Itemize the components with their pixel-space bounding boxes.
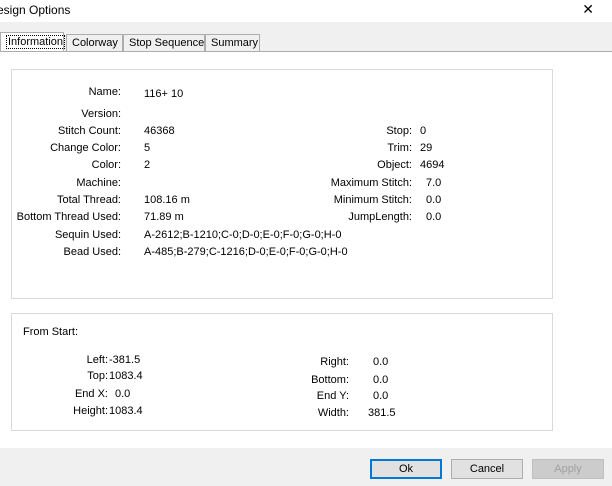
bead-label: Bead Used: [63,246,121,258]
object-label: Object: [377,159,412,171]
apply-button[interactable]: Apply [532,459,604,479]
bottom-value: 0.0 [373,374,389,386]
machine-label: Machine: [76,177,121,189]
ok-button[interactable]: Ok [370,459,442,479]
name-value: 116+ 10 [144,88,184,100]
name-label: Name: [88,86,121,98]
end-x-label: End X: [74,388,108,400]
sequin-label: Sequin Used: [54,229,121,241]
stop-value: 0 [420,125,427,137]
stop-label: Stop: [386,125,412,137]
jump-length-value: 0.0 [426,211,442,223]
end-y-label: End Y: [316,390,349,402]
right-label: Right: [320,356,349,368]
from-start-group: From Start: Left: -381.5 Top: 1083.4 End… [11,313,553,431]
width-value: 381.5 [368,407,396,419]
bottom-thread-value: 71.89 m [144,211,184,223]
button-bar: Ok Cancel Apply [0,448,612,486]
version-label: Version: [81,108,121,120]
title-bar: esign Options ✕ [0,0,612,22]
tab-panel: Name: 116+ 10 Version: Stitch Count: 463… [0,51,612,448]
window-title: esign Options [0,3,71,17]
tab-stop-sequence-label: Stop Sequence [129,37,205,49]
height-label: Height: [73,405,108,417]
tab-information[interactable]: Information [0,32,66,52]
tab-stop-sequence[interactable]: Stop Sequence [123,34,205,51]
top-label: Top: [87,370,108,382]
from-start-header: From Start: [23,326,79,338]
max-stitch-label: Maximum Stitch: [330,177,412,189]
tab-information-label: Information [6,35,66,49]
tab-colorway-label: Colorway [72,37,118,49]
information-group: Name: 116+ 10 Version: Stitch Count: 463… [11,69,553,299]
min-stitch-label: Minimum Stitch: [333,194,412,206]
left-label: Left: [86,354,108,366]
bottom-thread-label: Bottom Thread Used: [16,211,121,223]
color-value: 2 [144,159,151,171]
object-value: 4694 [420,159,445,171]
color-label: Color: [91,159,121,171]
end-x-value: 0.0 [115,388,131,400]
right-value: 0.0 [373,356,389,368]
change-color-value: 5 [144,142,151,154]
end-y-value: 0.0 [373,390,389,402]
cancel-button[interactable]: Cancel [451,459,523,479]
bead-value: A-485;B-279;C-1216;D-0;E-0;F-0;G-0;H-0 [144,246,348,258]
max-stitch-value: 7.0 [426,177,442,189]
left-value: -381.5 [109,354,141,366]
tab-summary-label: Summary [211,37,259,49]
trim-value: 29 [420,142,433,154]
tab-colorway[interactable]: Colorway [66,34,123,51]
top-value: 1083.4 [109,370,143,382]
height-value: 1083.4 [109,405,143,417]
change-color-label: Change Color: [50,142,121,154]
trim-label: Trim: [387,142,412,154]
width-label: Width: [317,407,349,419]
stitch-count-label: Stitch Count: [58,125,121,137]
stitch-count-value: 46368 [144,125,175,137]
sequin-value: A-2612;B-1210;C-0;D-0;E-0;F-0;G-0;H-0 [144,229,342,241]
tab-strip: Information Colorway Stop Sequence Summa… [0,32,612,52]
close-icon[interactable]: ✕ [582,1,594,18]
min-stitch-value: 0.0 [426,194,442,206]
bottom-label: Bottom: [311,374,349,386]
tab-summary[interactable]: Summary [205,34,260,51]
jump-length-label: JumpLength: [348,211,412,223]
total-thread-label: Total Thread: [56,194,121,206]
total-thread-value: 108.16 m [144,194,190,206]
